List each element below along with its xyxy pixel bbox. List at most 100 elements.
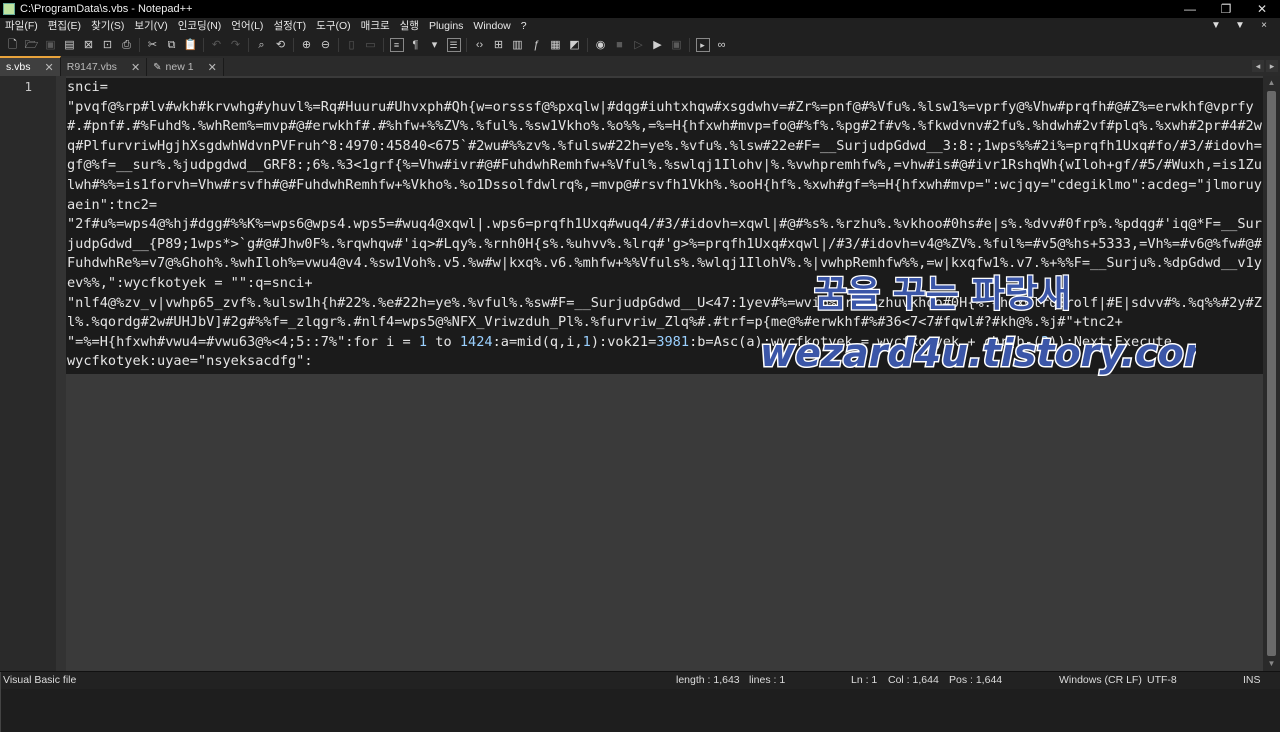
document-map-icon[interactable]: ⊞ bbox=[492, 38, 506, 52]
dropdown-icon[interactable]: ▼ bbox=[1204, 18, 1228, 34]
toolbar-divider bbox=[203, 38, 204, 52]
play-macro-multiple-icon[interactable]: ▶ bbox=[651, 38, 665, 52]
status-lines: lines : 1 bbox=[749, 674, 786, 686]
close-window-button[interactable]: ✕ bbox=[1244, 0, 1280, 18]
tab-label: new 1 bbox=[165, 61, 194, 73]
record-macro-icon[interactable]: ◉ bbox=[594, 38, 608, 52]
chevron-down-icon[interactable]: ▾ bbox=[428, 38, 442, 52]
code-segment: ):vok21= bbox=[590, 333, 657, 350]
window-title: C:\ProgramData\s.vbs - Notepad++ bbox=[20, 3, 193, 15]
cut-icon[interactable]: ✂ bbox=[146, 38, 160, 52]
menu-settings[interactable]: 설정(T) bbox=[268, 18, 311, 34]
document-list-icon[interactable]: ▥ bbox=[511, 38, 525, 52]
scroll-up-arrow[interactable]: ▲ bbox=[1263, 76, 1280, 90]
line-number: 1 bbox=[24, 79, 32, 94]
tab-label: s.vbs bbox=[6, 61, 31, 73]
word-wrap-icon[interactable]: ≡ bbox=[389, 38, 404, 52]
toolbar-divider bbox=[689, 38, 690, 52]
restore-button[interactable]: ❐ bbox=[1208, 0, 1244, 18]
code-text[interactable]: snci= "pvqf@%rp#lv#wkh#krvwhg#yhuvl%=Rq#… bbox=[66, 78, 1263, 374]
open-file-icon[interactable]: 🗁 bbox=[25, 38, 39, 52]
status-bar: Visual Basic file length : 1,643 lines :… bbox=[0, 671, 1280, 732]
menu-macro[interactable]: 매크로 bbox=[356, 18, 395, 34]
toolbar-divider bbox=[338, 38, 339, 52]
status-eol[interactable]: Windows (CR LF) bbox=[1059, 674, 1142, 686]
menu-view[interactable]: 보기(V) bbox=[129, 18, 172, 34]
title-bar: C:\ProgramData\s.vbs - Notepad++ — ❐ ✕ bbox=[0, 0, 1280, 18]
menu-bar: 파일(F) 편집(E) 찾기(S) 보기(V) 인코딩(N) 언어(L) 설정(… bbox=[0, 18, 1280, 34]
close-icon[interactable]: ✕ bbox=[131, 61, 140, 74]
paste-icon[interactable]: 📋 bbox=[184, 38, 198, 52]
save-icon[interactable]: ▣ bbox=[44, 38, 58, 52]
sync-horizontal-icon[interactable]: ▭ bbox=[364, 38, 378, 52]
menu-language[interactable]: 언어(L) bbox=[226, 18, 268, 34]
status-insert-mode[interactable]: INS bbox=[1243, 674, 1261, 686]
status-col: Col : 1,644 bbox=[888, 674, 939, 686]
close-all-icon[interactable]: ⊡ bbox=[101, 38, 115, 52]
find-icon[interactable]: ⌕ bbox=[255, 38, 269, 52]
save-all-icon[interactable]: ▤ bbox=[63, 38, 77, 52]
chevron-left-icon[interactable]: ◂ bbox=[1252, 60, 1264, 72]
menu-window[interactable]: Window bbox=[468, 18, 515, 34]
fold-margin[interactable] bbox=[56, 76, 66, 671]
save-macro-icon[interactable]: ▣ bbox=[670, 38, 684, 52]
editor-area[interactable]: 1 snci= "pvqf@%rp#lv#wkh#krvwhg#yhuvl%=R… bbox=[0, 76, 1280, 671]
menu-file[interactable]: 파일(F) bbox=[0, 18, 43, 34]
chevron-right-icon[interactable]: ▸ bbox=[1266, 60, 1278, 72]
minimize-button[interactable]: — bbox=[1172, 0, 1208, 18]
menu-help[interactable]: ? bbox=[516, 18, 532, 34]
code-segment: 1 bbox=[418, 333, 428, 350]
function-list-icon[interactable]: ƒ bbox=[530, 38, 544, 52]
close-file-icon[interactable]: ⊠ bbox=[82, 38, 96, 52]
show-all-chars-icon[interactable]: ¶ bbox=[409, 38, 423, 52]
vertical-scrollbar[interactable]: ▲ ▼ bbox=[1263, 76, 1280, 671]
menu-tools[interactable]: 도구(O) bbox=[311, 18, 355, 34]
scroll-down-arrow[interactable]: ▼ bbox=[1263, 657, 1280, 671]
menu-run[interactable]: 실행 bbox=[395, 18, 424, 34]
notepad-app-icon[interactable] bbox=[3, 3, 15, 15]
new-file-icon[interactable]: 🗋 bbox=[6, 38, 20, 52]
indent-guide-icon[interactable]: ☰ bbox=[446, 38, 461, 52]
close-icon[interactable]: ✕ bbox=[45, 61, 54, 74]
status-encoding[interactable]: UTF-8 bbox=[1147, 674, 1177, 686]
tab-new-1[interactable]: ✎ new 1 ✕ bbox=[147, 58, 224, 76]
xml-tag-icon[interactable]: ‹› bbox=[473, 38, 487, 52]
tab-label: R9147.vbs bbox=[66, 61, 117, 73]
line-number-gutter: 1 bbox=[0, 76, 56, 671]
menu-plugins[interactable]: Plugins bbox=[424, 18, 468, 34]
monitoring-icon[interactable]: ◩ bbox=[568, 38, 582, 52]
copy-icon[interactable]: ⧉ bbox=[165, 38, 179, 52]
run-icon[interactable]: ▸ bbox=[695, 38, 710, 52]
redo-icon[interactable]: ↷ bbox=[229, 38, 243, 52]
stop-macro-icon[interactable]: ■ bbox=[613, 38, 627, 52]
plugin-link-icon[interactable]: ∞ bbox=[715, 38, 729, 52]
tab-bar: s.vbs ✕ R9147.vbs ✕ ✎ new 1 ✕ bbox=[0, 56, 1280, 77]
sync-vertical-icon[interactable]: ▯ bbox=[345, 38, 359, 52]
undo-icon[interactable]: ↶ bbox=[210, 38, 224, 52]
print-icon[interactable]: ⎙ bbox=[120, 38, 134, 52]
zoom-out-icon[interactable]: ⊖ bbox=[319, 38, 333, 52]
status-divider bbox=[0, 672, 1, 684]
menu-encoding[interactable]: 인코딩(N) bbox=[173, 18, 227, 34]
window-controls: — ❐ ✕ bbox=[1172, 0, 1280, 18]
tab-s-vbs[interactable]: s.vbs ✕ bbox=[0, 56, 61, 76]
toolbar: 🗋 🗁 ▣ ▤ ⊠ ⊡ ⎙ ✂ ⧉ 📋 ↶ ↷ ⌕ ⟲ ⊕ ⊖ ▯ ▭ ≡ ¶ … bbox=[0, 34, 1280, 56]
status-divider bbox=[0, 696, 1, 708]
tab-r9147-vbs[interactable]: R9147.vbs ✕ bbox=[60, 58, 148, 76]
code-segment: :a=mid(q,i, bbox=[492, 333, 583, 350]
menu-edit[interactable]: 편집(E) bbox=[43, 18, 86, 34]
folder-workspace-icon[interactable]: ▦ bbox=[549, 38, 563, 52]
scrollbar-thumb[interactable] bbox=[1267, 91, 1276, 656]
toolbar-divider bbox=[587, 38, 588, 52]
dropdown-icon[interactable]: ▼ bbox=[1228, 18, 1252, 34]
status-file-type: Visual Basic file bbox=[3, 674, 77, 686]
code-segment: snci= "pvqf@%rp#lv#wkh#krvwhg#yhuvl%=Rq#… bbox=[67, 79, 1262, 350]
code-segment: 3981 bbox=[656, 333, 690, 350]
menu-search[interactable]: 찾기(S) bbox=[86, 18, 129, 34]
replace-icon[interactable]: ⟲ bbox=[274, 38, 288, 52]
code-segment: to bbox=[427, 333, 460, 350]
zoom-in-icon[interactable]: ⊕ bbox=[300, 38, 314, 52]
play-macro-icon[interactable]: ▷ bbox=[632, 38, 646, 52]
close-doc-icon[interactable]: × bbox=[1252, 18, 1276, 34]
close-icon[interactable]: ✕ bbox=[208, 61, 217, 74]
